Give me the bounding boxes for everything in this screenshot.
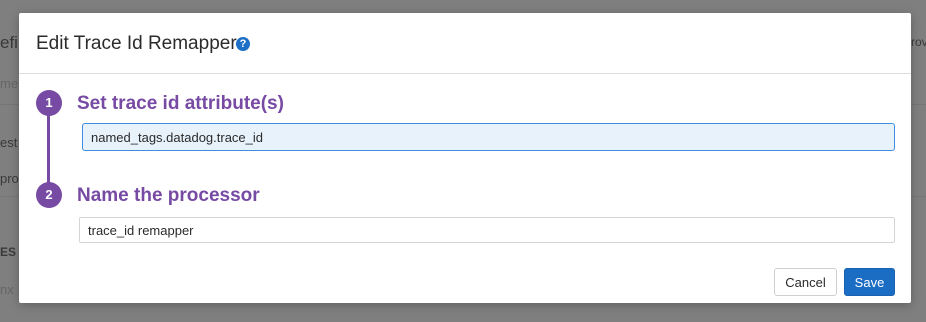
help-icon[interactable]: ? xyxy=(236,37,250,51)
modal-header: Edit Trace Id Remapper ? xyxy=(19,13,911,74)
modal-title: Edit Trace Id Remapper xyxy=(36,33,237,54)
background-fragment: efi xyxy=(0,33,18,52)
processor-name-value: trace_id remapper xyxy=(88,222,194,238)
background-fragment: est xyxy=(0,135,18,150)
cancel-button[interactable]: Cancel xyxy=(774,268,837,296)
stepper-connector xyxy=(47,106,50,194)
step-1-badge: 1 xyxy=(36,90,62,116)
step-2-badge: 2 xyxy=(36,182,62,208)
step-2-title: Name the processor xyxy=(77,185,260,206)
trace-id-attribute-value: named_tags.datadog.trace_id xyxy=(91,129,264,145)
background-fragment: pro xyxy=(0,171,19,186)
processor-name-input[interactable]: trace_id remapper xyxy=(79,217,895,243)
background-fragment: nx xyxy=(0,282,14,297)
background-fragment: ES xyxy=(0,245,17,259)
background-fragment: rov xyxy=(911,35,926,49)
save-button[interactable]: Save xyxy=(844,268,895,296)
trace-id-attribute-input[interactable]: named_tags.datadog.trace_id xyxy=(82,123,895,151)
edit-remapper-modal: Edit Trace Id Remapper ? 1 Set trace id … xyxy=(19,13,911,303)
step-1-title: Set trace id attribute(s) xyxy=(77,93,284,114)
